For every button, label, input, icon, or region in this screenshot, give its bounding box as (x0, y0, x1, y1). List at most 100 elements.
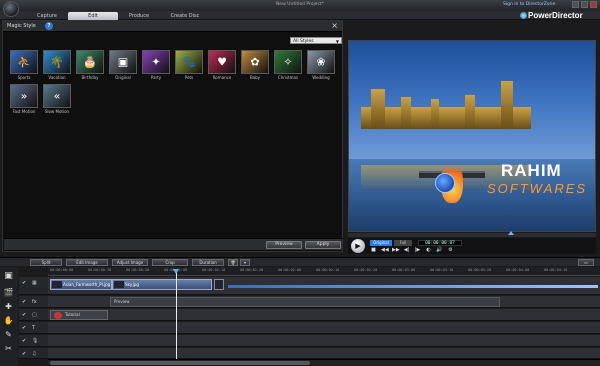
tab-create-disc[interactable]: Create Disc (160, 12, 210, 20)
watermark-subtitle: SOFTWARES (487, 181, 588, 196)
effect-track-header: ✔ fx (19, 296, 48, 308)
timeline-ruler[interactable]: 00:00:00:00 00:00:00:10 00:00:00:20 00:00:0… (48, 267, 600, 276)
crop-button[interactable]: Crop (152, 259, 188, 266)
voice-track[interactable] (48, 335, 600, 347)
style-icon: » (20, 89, 28, 103)
split-button[interactable]: Split (30, 259, 62, 266)
music-track-icon: ♫ (32, 351, 37, 357)
scrollbar-thumb[interactable] (50, 361, 310, 365)
scrub-marker[interactable] (508, 231, 514, 235)
style-thumbnail: 🐾 (175, 50, 203, 74)
ruler-tick-label: 00:00:04:00 (506, 268, 530, 272)
visibility-icon[interactable]: ✔ (22, 312, 26, 318)
video-track[interactable]: Asian_Farmworth_Pl.jpg Sky.jpg (48, 277, 600, 295)
visibility-icon[interactable]: ✔ (22, 338, 26, 344)
close-icon[interactable] (590, 1, 597, 8)
style-thumbnail: » (10, 84, 38, 108)
tab-edit[interactable]: Edit (68, 12, 118, 20)
visibility-icon[interactable]: ✔ (22, 351, 26, 357)
play-button[interactable]: ▶ (351, 239, 365, 253)
title-track[interactable] (48, 322, 600, 334)
pip-clip[interactable]: Tutorial (50, 310, 108, 320)
style-item[interactable]: 🐾 Pets (174, 50, 204, 84)
transport-control-icon[interactable]: ■ (370, 247, 377, 253)
preview-scrub-track[interactable] (348, 233, 596, 237)
full-mode-button[interactable]: Full (394, 240, 412, 246)
duration-button[interactable]: Duration (192, 259, 224, 266)
transport-control-icon[interactable]: ◐ (425, 247, 432, 253)
tab-produce[interactable]: Produce (114, 12, 164, 20)
style-thumbnail: 🎂 (76, 50, 104, 74)
pip-room-icon[interactable]: ✋ (2, 315, 15, 326)
pip-track[interactable]: Tutorial (48, 309, 600, 321)
title-room-icon[interactable]: ✂ (2, 343, 15, 354)
style-item[interactable]: « Slow Motion (42, 84, 72, 118)
storyboard-icon[interactable]: ▣ (2, 271, 15, 282)
tab-capture[interactable]: Capture (22, 12, 72, 20)
window-controls (572, 1, 597, 8)
style-item[interactable]: » Fast Motion (9, 84, 39, 118)
effect-room-icon[interactable]: ✚ (2, 301, 15, 312)
effect-track[interactable]: Preview (48, 296, 600, 308)
delete-icon[interactable]: 🗑 (228, 259, 238, 266)
transport-control-icon[interactable]: ◀◀ (381, 247, 389, 253)
transport-control-icon[interactable]: |▶ (414, 247, 421, 253)
video-track-header: ✔ ▦ (19, 277, 48, 295)
music-track-header: ✔ ♫ (19, 348, 48, 359)
apply-button[interactable]: Apply (305, 241, 341, 249)
palace-silhouette (361, 81, 531, 129)
music-track[interactable] (48, 348, 600, 359)
help-icon[interactable]: ? (45, 22, 53, 30)
voice-track-header: ✔ 🎙 (19, 335, 48, 347)
panel-footer: Preview Apply (4, 238, 343, 250)
playhead-handle[interactable] (173, 269, 179, 274)
style-item[interactable]: 🌴 Vacation (42, 50, 72, 84)
style-item[interactable]: ⛹ Sports (9, 50, 39, 84)
timeline-scrollbar[interactable] (48, 359, 600, 365)
timeline-clip[interactable]: Asian_Farmworth_Pl.jpg (50, 279, 112, 290)
style-label: Birthday (81, 75, 99, 80)
style-item[interactable]: ❀ Wedding (306, 50, 336, 84)
transport-control-icon[interactable]: ⚙ (447, 247, 454, 253)
edit-image-button[interactable]: Edit Image (66, 259, 108, 266)
style-item[interactable]: 🎂 Birthday (75, 50, 105, 84)
style-item[interactable]: ✧ Christmas (273, 50, 303, 84)
layout-icon[interactable]: ▭ (578, 259, 594, 266)
style-icon: ♥ (217, 55, 227, 69)
minimize-icon[interactable] (572, 1, 579, 8)
particle-room-icon[interactable]: ✎ (2, 329, 15, 340)
close-icon[interactable]: × (331, 21, 338, 30)
style-item[interactable]: ✦ Party (141, 50, 171, 84)
timeline-clip[interactable]: Sky.jpg (112, 279, 212, 290)
preview-button[interactable]: Preview (266, 241, 302, 249)
window-title: New Untitled Project* (275, 2, 325, 7)
style-item[interactable]: ♥ Romance (207, 50, 237, 84)
original-mode-button[interactable]: Original (370, 240, 392, 246)
style-thumbnail: ❀ (307, 50, 335, 74)
voice-track-icon: 🎙 (32, 338, 39, 344)
transition-marker[interactable] (214, 279, 224, 290)
style-item[interactable]: ▣ Original (108, 50, 138, 84)
ruler-tick-label: 00:00:01:20 (240, 268, 264, 272)
visibility-icon[interactable]: ✔ (22, 280, 26, 286)
title-track-icon: T (32, 325, 36, 331)
transport-control-icon[interactable]: ◀| (403, 247, 410, 253)
visibility-icon[interactable]: ✔ (22, 325, 26, 331)
style-filter-dropdown[interactable]: All Styles ▼ (290, 37, 342, 44)
more-icon[interactable]: ▾ (240, 259, 250, 266)
media-room-icon[interactable]: 🎬 (2, 287, 15, 298)
adjust-image-button[interactable]: Adjust Image (112, 259, 148, 266)
style-thumbnail: ✧ (274, 50, 302, 74)
effect-clip[interactable]: Preview (110, 297, 500, 307)
playhead[interactable] (176, 271, 177, 359)
maximize-icon[interactable] (581, 1, 588, 8)
app-logo[interactable] (3, 1, 19, 17)
transport-control-icon[interactable]: 🔊 (436, 247, 443, 253)
style-label: Baby (249, 75, 261, 80)
style-label: Vacation (48, 75, 66, 80)
sign-in-link[interactable]: Sign in to DirectorZone (503, 2, 555, 7)
pip-thumbnail (54, 312, 62, 319)
style-item[interactable]: ✿ Baby (240, 50, 270, 84)
transport-control-icon[interactable]: ▶▶ (392, 247, 400, 253)
visibility-icon[interactable]: ✔ (22, 299, 26, 305)
